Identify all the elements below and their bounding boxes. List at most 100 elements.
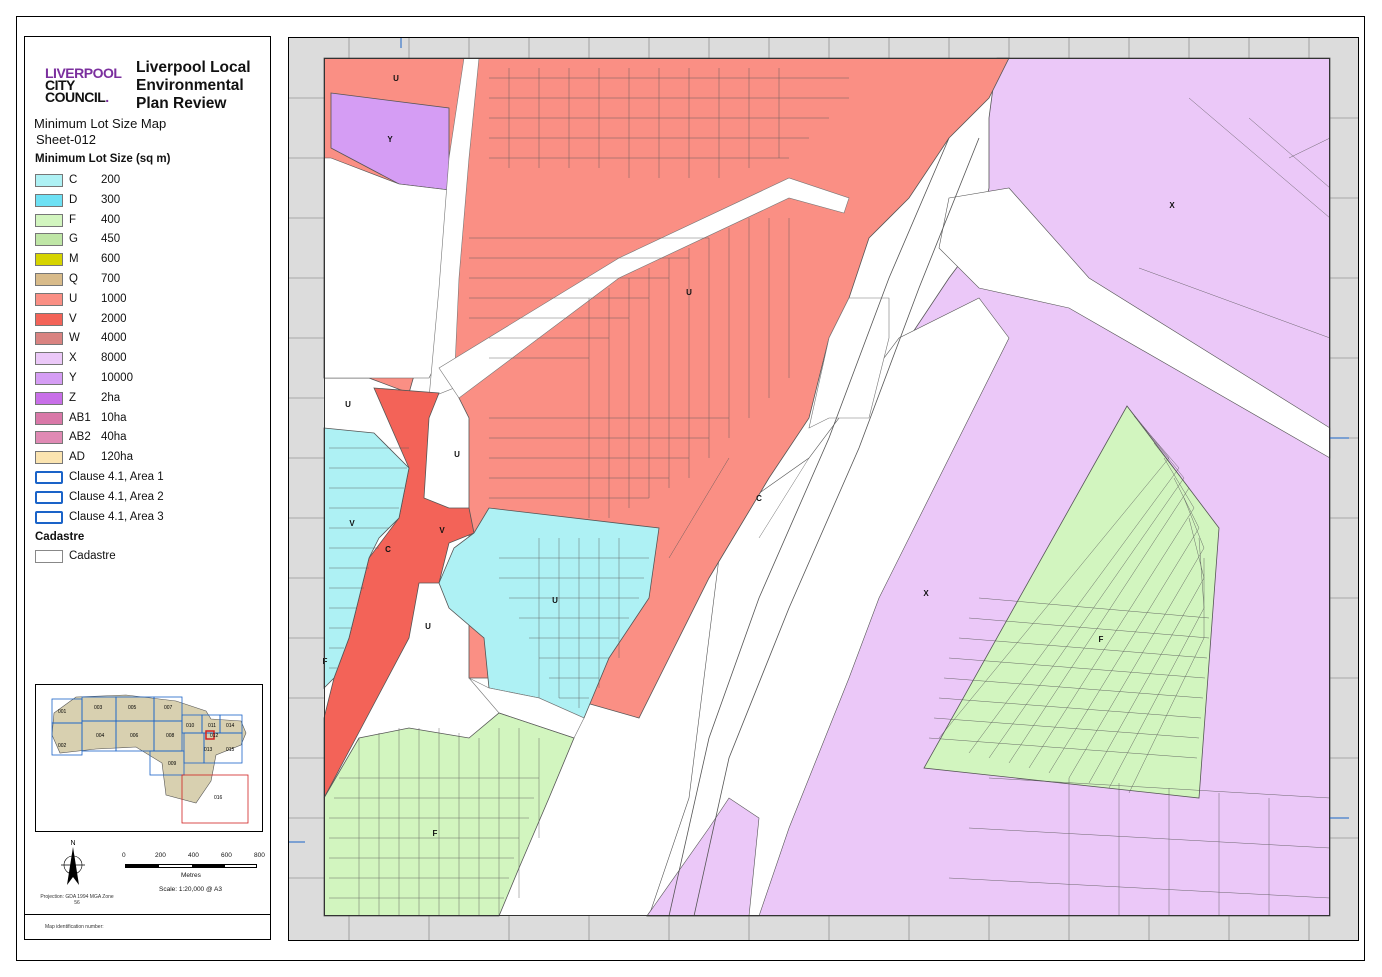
legend-item-g: G 450 [35, 233, 265, 247]
legend-panel: LIVERPOOL CITY COUNCIL. Liverpool Local … [24, 36, 271, 940]
zoning-map-svg[interactable]: U Y X U U U C V V C U U X F F F [289, 38, 1358, 940]
plan-title: Liverpool Local Environmental Plan Revie… [136, 59, 251, 112]
legend-swatch [35, 510, 63, 524]
key-map-sheet-label: 016 [214, 795, 223, 801]
zone-label: U [345, 400, 351, 409]
zone-label: U [393, 74, 399, 83]
legend-swatch [35, 174, 63, 187]
legend-value: 400 [101, 213, 121, 226]
zone-label: C [385, 545, 391, 554]
legend-swatch [35, 193, 63, 207]
key-map-sheet-label: 003 [94, 705, 103, 711]
legend-swatch [35, 451, 63, 465]
legend-item-v: V 2000 [35, 312, 265, 327]
legend-value: 200 [101, 174, 121, 186]
legend-item-f: F 400 [35, 213, 265, 228]
legend-value: 450 [101, 233, 121, 246]
legend-item-y: Y 10000 [35, 372, 265, 386]
legend-swatch [35, 292, 63, 306]
scale-bar: 0 200 400 600 800 Metres Scale: 1:20,000 @ A… [122, 852, 265, 893]
key-map-sheet-label: 008 [166, 733, 175, 739]
zone-label: U [686, 288, 692, 297]
legend-code: W [69, 332, 80, 345]
legend-code: M [69, 253, 79, 266]
zone-label: U [552, 596, 558, 605]
key-map-sheet-label: 004 [96, 733, 105, 739]
legend-item-ad: AD 120ha [35, 451, 265, 465]
sheet-number: Sheet-012 [36, 132, 96, 147]
legend-value: 4000 [101, 332, 127, 345]
legend-value: 40ha [101, 431, 127, 444]
legend-cadastre: Cadastre [35, 550, 265, 564]
legend-swatch [35, 391, 63, 405]
legend-code: V [69, 312, 77, 325]
scale-tick-label: 200 [155, 852, 166, 859]
key-map-sheet-label: 006 [130, 733, 139, 739]
key-map-sheet-label: 009 [168, 761, 177, 767]
key-map-sheet-label: 007 [164, 705, 173, 711]
zone-label: X [1169, 201, 1175, 210]
legend-swatch [35, 253, 63, 267]
legend-item-q: Q 700 [35, 273, 265, 287]
key-map-sheet-label: 013 [204, 747, 213, 753]
legend-code: F [69, 213, 77, 226]
legend-value: 2ha [101, 391, 121, 404]
legend-heading: Minimum Lot Size (sq m) [35, 153, 171, 165]
zone-label: X [923, 589, 929, 598]
legend-clause-label: Clause 4.1, Area 1 [69, 471, 164, 483]
legend-clause-label: Clause 4.1, Area 3 [69, 510, 164, 523]
legend-clause-1: Clause 4.1, Area 1 [35, 471, 265, 485]
legend-cadastre-label: Cadastre [69, 550, 116, 563]
legend-item-w: W 4000 [35, 332, 265, 346]
projection-note: Projection: GDA 1994 MGA Zone 56 [40, 894, 114, 906]
key-map-sheet-label: 010 [186, 723, 195, 729]
legend-swatch [35, 550, 63, 564]
legend-swatch [35, 332, 63, 346]
scale-unit: Metres [181, 872, 201, 879]
legend-value: 700 [101, 273, 121, 285]
legend-item-ab1: AB1 10ha [35, 411, 265, 426]
key-map: 001 002 003 004 005 006 007 008 009 010 011 012 013 0… [35, 684, 263, 832]
scale-tick-label: 400 [188, 852, 199, 859]
legend-item-x: X 8000 [35, 352, 265, 366]
legend-code: C [69, 174, 78, 186]
legend-item-ab2: AB2 40ha [35, 431, 265, 445]
legend-code: G [69, 233, 78, 246]
map-type: Minimum Lot Size Map [34, 116, 167, 131]
legend-clause-label: Clause 4.1, Area 2 [69, 490, 164, 503]
key-map-sheet-label: 012 [210, 733, 219, 739]
legend-value: 600 [101, 253, 121, 266]
map-id-label: Map identification number: [45, 924, 104, 930]
scale-tick-label: 0 [122, 852, 126, 859]
zone-label: V [349, 519, 355, 528]
legend-swatch [35, 233, 63, 247]
legend-swatch [35, 312, 63, 326]
key-map-svg: 001 002 003 004 005 006 007 008 009 010 011 012 013 0… [51, 694, 249, 824]
key-map-sheet-label: 011 [208, 723, 216, 729]
scale-text: Scale: 1:20,000 @ A3 [159, 886, 222, 893]
north-arrow-icon: N [61, 840, 85, 885]
legend-clause-3: Clause 4.1, Area 3 [35, 510, 265, 525]
legend-code: AB1 [69, 411, 91, 424]
legend-swatch [35, 411, 63, 425]
legend-code: Z [69, 391, 77, 404]
legend-swatch [35, 431, 63, 445]
key-map-sheet-label: 015 [226, 747, 235, 753]
zone-label: C [756, 494, 762, 503]
cadastre-heading: Cadastre [35, 531, 85, 544]
key-map-sheet-label: 005 [128, 705, 137, 711]
legend-item-u: U 1000 [35, 292, 265, 307]
legend-value: 1000 [101, 292, 127, 305]
key-map-sheet-label: 014 [226, 723, 235, 729]
legend-code: U [69, 292, 78, 305]
zone-label: U [454, 450, 460, 459]
legend-swatch [35, 490, 63, 504]
legend-value: 10ha [101, 411, 127, 424]
map-canvas[interactable]: U Y X U U U C V V C U U X F F F [288, 37, 1359, 941]
legend-code: D [69, 193, 78, 206]
key-map-sheet-label: 002 [58, 743, 67, 749]
legend-value: 120ha [101, 451, 133, 464]
scale-tick-label: 600 [221, 852, 232, 859]
legend-code: AB2 [69, 431, 91, 444]
key-map-sheet-label: 001 [58, 709, 67, 715]
